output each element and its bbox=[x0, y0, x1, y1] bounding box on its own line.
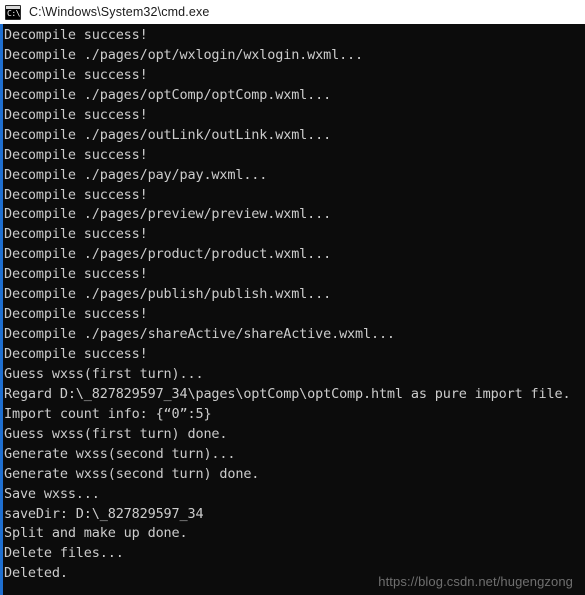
cmd-window: C:\ C:\Windows\System32\cmd.exe Decompil… bbox=[0, 0, 585, 595]
console-line: Decompile success! bbox=[4, 266, 148, 283]
console-line: saveDir: D:\_827829597_34 bbox=[4, 505, 204, 522]
console-line: Decompile ./pages/shareActive/shareActiv… bbox=[4, 326, 395, 343]
console-line: Decompile ./pages/pay/pay.wxml... bbox=[4, 166, 268, 183]
console-line: Decompile ./pages/outLink/outLink.wxml..… bbox=[4, 126, 332, 143]
console-line: Decompile success! bbox=[4, 226, 148, 243]
window-titlebar[interactable]: C:\ C:\Windows\System32\cmd.exe bbox=[0, 0, 585, 24]
console-line: Decompile success! bbox=[4, 346, 148, 362]
console-line: Save wxss... bbox=[4, 485, 100, 502]
console-line: Guess wxss(first turn) done. bbox=[4, 425, 228, 442]
console-line: Decompile success! bbox=[4, 66, 148, 83]
console-line: Decompile ./pages/opt/wxlogin/wxlogin.wx… bbox=[4, 46, 363, 63]
console-line: Generate wxss(second turn)... bbox=[4, 445, 236, 462]
console-line: Decompile success! bbox=[4, 27, 148, 43]
console-line: Import count info: {“0”:5} bbox=[4, 405, 212, 422]
console-line: Decompile success! bbox=[4, 306, 148, 323]
console-line: Guess wxss(first turn)... bbox=[4, 365, 204, 382]
cmd-icon-prompt-glyph: C:\ bbox=[7, 8, 20, 18]
console-line: Regard D:\_827829597_34\pages\optComp\op… bbox=[4, 385, 571, 402]
console-line: Decompile ./pages/preview/preview.wxml..… bbox=[4, 206, 332, 223]
console-line: Decompile ./pages/optComp/optComp.wxml..… bbox=[4, 86, 332, 103]
console-output-area[interactable]: Decompile success! Decompile ./pages/opt/… bbox=[0, 24, 585, 595]
console-line: Decompile ./pages/publish/publish.wxml..… bbox=[4, 286, 332, 303]
console-line: Delete files... bbox=[4, 545, 124, 562]
console-line: Decompile success! bbox=[4, 146, 148, 163]
console-line: Decompile success! bbox=[4, 106, 148, 123]
window-title: C:\Windows\System32\cmd.exe bbox=[29, 5, 210, 19]
console-lines: Decompile success! Decompile ./pages/opt/… bbox=[3, 26, 585, 595]
console-line: Decompile ./pages/product/product.wxml..… bbox=[4, 246, 332, 263]
console-line: Decompile success! bbox=[4, 186, 148, 203]
cmd-console-icon: C:\ bbox=[5, 4, 21, 20]
watermark-url: https://blog.csdn.net/hugengzong bbox=[378, 574, 573, 589]
console-line: Split and make up done. bbox=[4, 525, 188, 542]
console-line: Generate wxss(second turn) done. bbox=[4, 465, 260, 482]
